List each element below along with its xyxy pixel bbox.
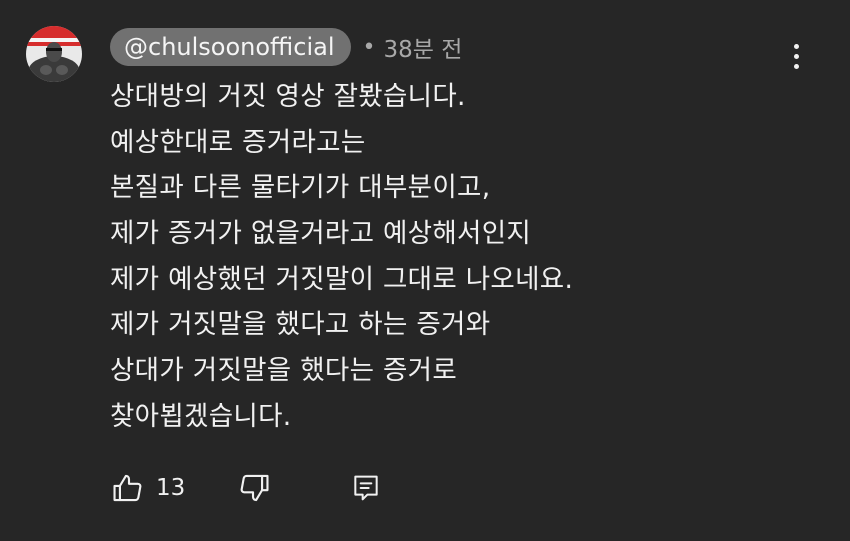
comment-line: 본질과 다른 물타기가 대부분이고, bbox=[110, 172, 491, 204]
comment-line: 찾아뵙겠습니다. bbox=[110, 400, 292, 432]
comment-text: 상대방의 거짓 영상 잘봤습니다. 예상한대로 증거라고는 본질과 다른 물타기… bbox=[110, 74, 800, 440]
dislike-button[interactable] bbox=[234, 468, 274, 508]
comment-actions: 13 bbox=[108, 466, 386, 510]
comment-header: @chulsoonofficial • 38분 전 bbox=[110, 28, 462, 66]
author-name[interactable]: @chulsoonofficial bbox=[110, 28, 351, 66]
comment-line: 제가 거짓말을 했다고 하는 증거와 bbox=[110, 309, 491, 341]
thumbs-down-icon bbox=[240, 474, 269, 502]
separator-dot: • bbox=[362, 34, 376, 60]
avatar-image bbox=[26, 26, 82, 82]
like-button[interactable] bbox=[108, 468, 148, 508]
comment-card: @chulsoonofficial • 38분 전 상대방의 거짓 영상 잘봤습… bbox=[0, 0, 850, 541]
more-options-button[interactable] bbox=[778, 36, 814, 76]
comment-reply-icon bbox=[354, 475, 378, 501]
comment-line: 예상한대로 증거라고는 bbox=[110, 126, 366, 158]
thumbs-up-icon bbox=[113, 474, 142, 502]
more-vertical-icon-dot bbox=[793, 53, 799, 59]
like-count: 13 bbox=[156, 475, 186, 501]
comment-line: 제가 예상했던 거짓말이 그대로 나오네요. bbox=[110, 263, 574, 295]
more-vertical-icon-dot bbox=[793, 63, 799, 69]
comment-line: 상대방의 거짓 영상 잘봤습니다. bbox=[110, 81, 466, 112]
comment-line: 제가 증거가 없을거라고 예상해서인지 bbox=[110, 218, 532, 250]
comment-line: 상대가 거짓말을 했다는 증거로 bbox=[110, 355, 458, 387]
comment-timestamp[interactable]: 38분 전 bbox=[383, 30, 462, 64]
reply-button[interactable] bbox=[346, 468, 386, 508]
more-vertical-icon bbox=[793, 43, 799, 49]
author-avatar[interactable] bbox=[26, 26, 82, 82]
